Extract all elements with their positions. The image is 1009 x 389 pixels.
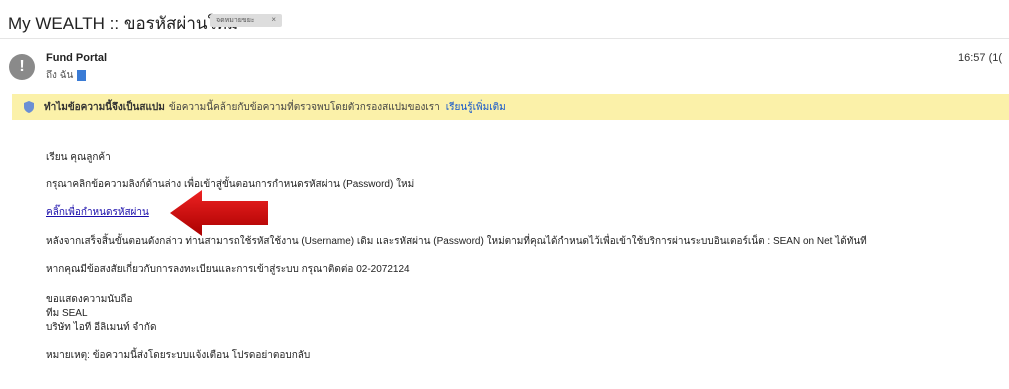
spam-label-chip[interactable]: จดหมายขยะ × (210, 14, 282, 27)
learn-more-link[interactable]: เรียนรู้เพิ่มเติม (446, 100, 506, 115)
team-name: ทีม SEAL (46, 308, 88, 319)
note-text: หมายเหตุ: ข้อความนี้ส่งโดยระบบแจ้งเตือน … (46, 350, 311, 361)
shield-icon (24, 101, 34, 113)
subject-bar: My WEALTH :: ขอรหัสผ่านใหม่ จดหมายขยะ × (0, 0, 1009, 39)
company-name: บริษัท ไอที อีลิเมนท์ จำกัด (46, 322, 157, 333)
after-steps-text: หลังจากเสร็จสิ้นขั้นตอนดังกล่าว ท่านสามา… (46, 236, 867, 247)
greeting: เรียน คุณลูกค้า (46, 152, 111, 163)
spam-reason-text: ข้อความนี้คล้ายกับข้อความที่ตรวจพบโดยตัว… (168, 101, 440, 113)
message-time: 16:57 (1( (958, 52, 1003, 64)
set-password-link[interactable]: คลิ๊กเพื่อกำหนดรหัสผ่าน (46, 205, 149, 220)
email-subject: My WEALTH :: ขอรหัสผ่านใหม่ (8, 14, 239, 33)
recipient-line[interactable]: ถึง ฉัน (46, 68, 87, 83)
closing-text: ขอแสดงความนับถือ (46, 294, 133, 305)
recipient-details-icon[interactable] (77, 70, 87, 81)
remove-label-icon[interactable]: × (271, 15, 276, 24)
spam-reason-title: ทำไมข้อความนี้จึงเป็นสแปม (44, 101, 165, 113)
contact-text: หากคุณมีข้อสงสัยเกี่ยวกับการลงทะเบียนและ… (46, 264, 410, 275)
sender-avatar-icon: ! (9, 54, 35, 80)
label-chip-text: จดหมายขยะ (216, 17, 255, 24)
red-arrow-icon (170, 190, 268, 236)
spam-warning-banner: ทำไมข้อความนี้จึงเป็นสแปม ข้อความนี้คล้า… (12, 94, 1009, 120)
recipient-text: ถึง ฉัน (46, 70, 74, 81)
sender-name[interactable]: Fund Portal (46, 52, 107, 64)
